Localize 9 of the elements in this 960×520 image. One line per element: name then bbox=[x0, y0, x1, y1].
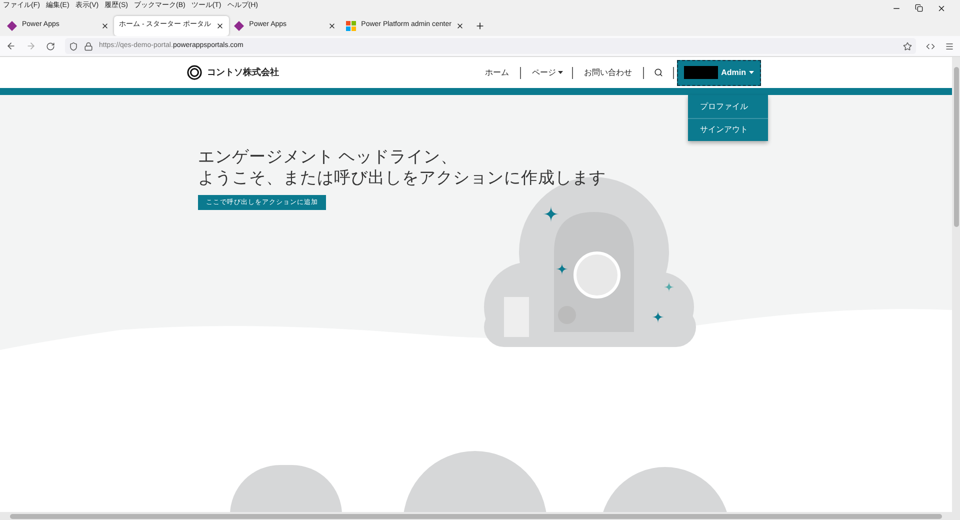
hero-headline: ようこそ、または呼び出しをアクションに作成します bbox=[198, 168, 606, 189]
hero-headline: エンゲージメント ヘッドライン、 bbox=[198, 147, 458, 168]
user-menu-button[interactable]: Admin bbox=[677, 60, 761, 86]
nav-link[interactable]: ページ bbox=[521, 66, 568, 78]
nav-link[interactable]: ホーム bbox=[474, 66, 520, 78]
company-logo-text: コントソ株式会社 bbox=[207, 66, 279, 79]
dropdown-menu-item[interactable]: プロファイル bbox=[688, 95, 768, 118]
dropdown-menu-item[interactable]: サインアウト bbox=[688, 118, 768, 141]
nav-link[interactable]: お問い合わせ bbox=[573, 66, 644, 78]
